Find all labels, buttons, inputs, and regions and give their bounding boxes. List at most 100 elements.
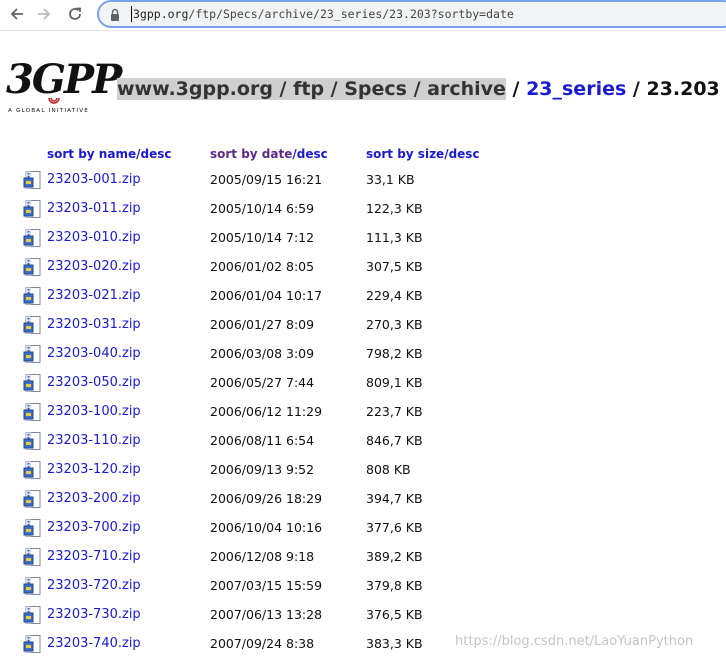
file-name-link[interactable]: 23203-050.zip	[47, 375, 141, 390]
file-row: 23203-110.zip 2006/08/11 6:54 846,7 KB	[0, 431, 726, 462]
zip-file-icon	[23, 489, 43, 513]
file-row: 23203-050.zip 2006/05/27 7:44 809,1 KB	[0, 373, 726, 404]
file-size: 307,5 KB	[366, 259, 423, 274]
file-date: 2006/09/26 18:29	[210, 491, 323, 506]
file-name-link[interactable]: 23203-011.zip	[47, 201, 141, 216]
zip-file-icon	[23, 402, 43, 426]
zip-file-icon	[23, 518, 43, 542]
file-name-link[interactable]: 23203-120.zip	[47, 462, 141, 477]
file-size: 809,1 KB	[366, 375, 423, 390]
file-row: 23203-040.zip 2006/03/08 3:09 798,2 KB	[0, 344, 726, 375]
breadcrumb-separator: /	[505, 78, 527, 100]
zip-file-icon	[23, 170, 43, 194]
zip-file-icon	[23, 199, 43, 223]
3gpp-logo[interactable]: 3GPP A GLOBAL INITIATIVE	[6, 58, 122, 120]
watermark: https://blog.csdn.net/LaoYuanPython	[455, 634, 694, 649]
file-row: 23203-730.zip 2007/06/13 13:28 376,5 KB	[0, 605, 726, 636]
sort-by-name-link[interactable]: sort by name	[47, 147, 136, 161]
file-size: 33,1 KB	[366, 172, 415, 187]
zip-file-icon	[23, 460, 43, 484]
file-date: 2006/05/27 7:44	[210, 375, 315, 390]
file-row: 23203-720.zip 2007/03/15 15:59 379,8 KB	[0, 576, 726, 607]
file-row: 23203-001.zip 2005/09/15 16:21 33,1 KB	[0, 170, 726, 201]
breadcrumb-current: 23.203	[646, 78, 720, 100]
file-size: 223,7 KB	[366, 404, 423, 419]
file-row: 23203-100.zip 2006/06/12 11:29 223,7 KB	[0, 402, 726, 433]
file-size: 111,3 KB	[366, 230, 423, 245]
file-name-link[interactable]: 23203-040.zip	[47, 346, 141, 361]
file-date: 2007/03/15 15:59	[210, 578, 323, 593]
file-date: 2006/03/08 3:09	[210, 346, 315, 361]
zip-file-icon	[23, 373, 43, 397]
file-date: 2006/10/04 10:16	[210, 520, 323, 535]
file-date: 2006/01/27 8:09	[210, 317, 315, 332]
file-name-link[interactable]: 23203-710.zip	[47, 549, 141, 564]
sort-by-date-link[interactable]: sort by date	[210, 147, 292, 161]
forward-button[interactable]	[31, 2, 57, 26]
zip-file-icon	[23, 315, 43, 339]
file-size: 389,2 KB	[366, 549, 423, 564]
file-name-link[interactable]: 23203-110.zip	[47, 433, 141, 448]
zip-file-icon	[23, 547, 43, 571]
zip-file-icon	[23, 228, 43, 252]
file-name-link[interactable]: 23203-700.zip	[47, 520, 141, 535]
file-size: 270,3 KB	[366, 317, 423, 332]
file-name-link[interactable]: 23203-730.zip	[47, 607, 141, 622]
url-path: /ftp/Specs/archive/23_series/23.203?sort…	[188, 7, 514, 21]
back-button[interactable]	[4, 2, 30, 26]
file-date: 2006/08/11 6:54	[210, 433, 315, 448]
file-name-link[interactable]: 23203-720.zip	[47, 578, 141, 593]
zip-file-icon	[23, 576, 43, 600]
file-row: 23203-700.zip 2006/10/04 10:16 377,6 KB	[0, 518, 726, 549]
file-row: 23203-031.zip 2006/01/27 8:09 270,3 KB	[0, 315, 726, 346]
file-size: 798,2 KB	[366, 346, 423, 361]
url-text[interactable]: 3gpp.org/ftp/Specs/archive/23_series/23.…	[133, 7, 514, 21]
file-date: 2006/01/04 10:17	[210, 288, 323, 303]
file-date: 2006/12/08 9:18	[210, 549, 315, 564]
file-size: 377,6 KB	[366, 520, 423, 535]
sort-size-desc-link[interactable]: desc	[449, 147, 480, 161]
file-name-link[interactable]: 23203-031.zip	[47, 317, 141, 332]
file-row: 23203-021.zip 2006/01/04 10:17 229,4 KB	[0, 286, 726, 317]
file-name-link[interactable]: 23203-020.zip	[47, 259, 141, 274]
file-name-link[interactable]: 23203-740.zip	[47, 636, 141, 651]
reload-icon	[69, 7, 81, 20]
breadcrumb-23-series-link[interactable]: 23_series	[526, 78, 626, 100]
file-date: 2006/06/12 11:29	[210, 404, 323, 419]
name-column-header: sort by name/desc	[47, 147, 171, 161]
file-name-link[interactable]: 23203-010.zip	[47, 230, 141, 245]
file-size: 122,3 KB	[366, 201, 423, 216]
file-row: 23203-200.zip 2006/09/26 18:29 394,7 KB	[0, 489, 726, 520]
file-date: 2006/01/02 8:05	[210, 259, 315, 274]
browser-toolbar: 3gpp.org/ftp/Specs/archive/23_series/23.…	[0, 0, 726, 31]
file-name-link[interactable]: 23203-021.zip	[47, 288, 141, 303]
file-size: 808 KB	[366, 462, 411, 477]
file-name-link[interactable]: 23203-100.zip	[47, 404, 141, 419]
file-size: 383,3 KB	[366, 636, 423, 651]
zip-file-icon	[23, 344, 43, 368]
file-size: 379,8 KB	[366, 578, 423, 593]
info-icon[interactable]	[109, 8, 121, 22]
size-column-header: sort by size/desc	[366, 147, 480, 161]
file-name-link[interactable]: 23203-200.zip	[47, 491, 141, 506]
zip-file-icon	[23, 286, 43, 310]
file-size: 394,7 KB	[366, 491, 423, 506]
breadcrumb-archive-path[interactable]: www.3gpp.org / ftp / Specs / archive	[117, 78, 506, 100]
address-bar[interactable]: 3gpp.org/ftp/Specs/archive/23_series/23.…	[97, 0, 726, 28]
file-name-link[interactable]: 23203-001.zip	[47, 172, 141, 187]
breadcrumb: www.3gpp.org / ftp / Specs / archive / 2…	[117, 74, 720, 104]
file-date: 2005/09/15 16:21	[210, 172, 323, 187]
file-date: 2007/09/24 8:38	[210, 636, 315, 651]
file-size: 376,5 KB	[366, 607, 423, 622]
sort-by-size-link[interactable]: sort by size	[366, 147, 444, 161]
zip-file-icon	[23, 431, 43, 455]
file-row: 23203-120.zip 2006/09/13 9:52 808 KB	[0, 460, 726, 491]
breadcrumb-separator: /	[626, 78, 647, 100]
reload-button[interactable]	[62, 2, 88, 26]
file-date: 2005/10/14 7:12	[210, 230, 315, 245]
zip-file-icon	[23, 605, 43, 629]
sort-name-desc-link[interactable]: desc	[140, 147, 171, 161]
file-size: 229,4 KB	[366, 288, 423, 303]
url-host: 3gpp.org	[133, 7, 189, 21]
sort-date-desc-link[interactable]: desc	[297, 147, 328, 161]
